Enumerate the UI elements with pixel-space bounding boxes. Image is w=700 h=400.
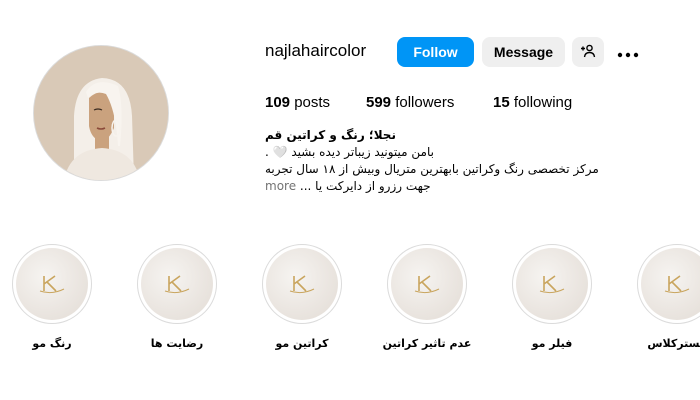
person-plus-icon xyxy=(580,43,596,62)
followers-stat[interactable]: 599 followers xyxy=(366,94,454,111)
message-button[interactable]: Message xyxy=(482,37,565,67)
suggest-accounts-button[interactable] xyxy=(572,37,604,67)
k-monogram-logo-icon xyxy=(289,275,315,294)
highlight-item[interactable] xyxy=(637,244,700,324)
ellipsis-icon xyxy=(617,43,639,62)
highlight-item[interactable] xyxy=(262,244,342,324)
more-options-button[interactable] xyxy=(613,37,643,67)
bio-line-3: جهت رزرو از دایرکت یا ... more xyxy=(265,178,645,195)
bio-line-1: بامن میتونید زیباتر دیده بشید 🤍 . xyxy=(265,145,434,159)
following-label: following xyxy=(513,94,573,111)
avatar-illustration xyxy=(34,46,168,180)
highlight-label: مسترکلاس xyxy=(647,337,700,350)
highlight-cover xyxy=(141,248,213,320)
highlight-cover xyxy=(641,248,700,320)
highlight-item[interactable] xyxy=(137,244,217,324)
k-monogram-logo-icon xyxy=(539,275,565,294)
highlight-label: رضایت ها xyxy=(150,337,204,350)
highlight-cover xyxy=(266,248,338,320)
bio-line-2: مرکز تخصصی رنگ وکراتین بابهترین متریال و… xyxy=(265,162,599,176)
highlight-label: کراتین مو xyxy=(275,337,329,350)
k-monogram-logo-icon xyxy=(664,275,690,294)
highlight-item[interactable] xyxy=(387,244,467,324)
k-monogram-logo-icon xyxy=(39,275,65,294)
posts-stat: 109 posts xyxy=(265,94,330,111)
followers-count: 599 xyxy=(366,94,392,111)
followers-label: followers xyxy=(395,94,455,111)
bio-more-link[interactable]: more xyxy=(265,179,296,193)
k-monogram-logo-icon xyxy=(164,275,190,294)
bio-line-3-text: جهت رزرو از دایرکت یا ... xyxy=(299,179,431,193)
highlight-item[interactable] xyxy=(512,244,592,324)
posts-count: 109 xyxy=(265,94,291,111)
profile-avatar[interactable] xyxy=(33,45,169,181)
highlight-cover xyxy=(16,248,88,320)
highlight-label: عدم تاثیر کراتین xyxy=(382,337,472,350)
highlight-label: فیلر مو xyxy=(531,337,573,350)
highlight-item[interactable] xyxy=(12,244,92,324)
posts-label: posts xyxy=(294,94,331,111)
highlight-label: رنگ مو xyxy=(32,337,72,350)
following-count: 15 xyxy=(493,94,510,111)
bio-display-name: نجلا؛ رنگ و کراتین قم xyxy=(265,128,396,142)
profile-bio: نجلا؛ رنگ و کراتین قم بامن میتونید زیبات… xyxy=(265,127,645,195)
username: najlahaircolor xyxy=(265,41,367,60)
highlight-cover xyxy=(516,248,588,320)
follow-button[interactable]: Follow xyxy=(397,37,474,67)
k-monogram-logo-icon xyxy=(414,275,440,294)
highlight-cover xyxy=(391,248,463,320)
following-stat[interactable]: 15 following xyxy=(493,94,572,111)
